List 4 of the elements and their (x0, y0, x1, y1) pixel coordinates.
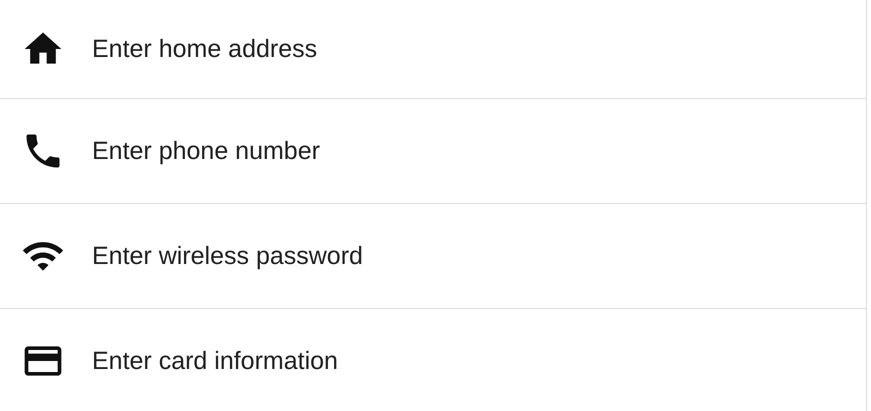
input-field[interactable]: Enter home address (92, 30, 866, 68)
input-field[interactable]: Enter phone number (92, 132, 866, 170)
input-field[interactable]: Enter card information (92, 342, 866, 380)
input-field[interactable]: Enter wireless password (92, 238, 866, 274)
